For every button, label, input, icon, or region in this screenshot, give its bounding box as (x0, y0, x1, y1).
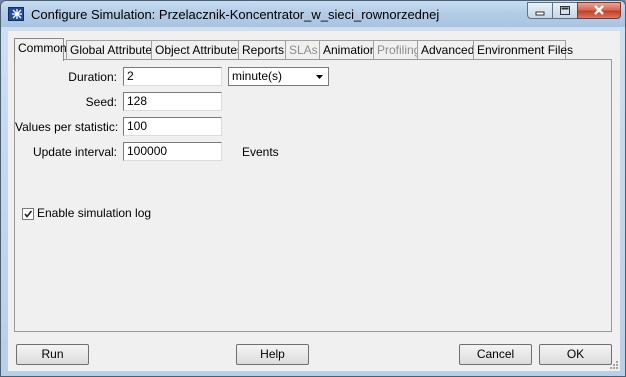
dialog-client: Common Global Attributes Object Attribut… (8, 31, 620, 371)
dialog-window: Configure Simulation: Przelacznik-Koncen… (0, 0, 626, 377)
values-per-statistic-label: Values per statistic: (15, 120, 119, 134)
ok-button-label: K (576, 347, 585, 361)
enable-simulation-log-checkbox[interactable] (22, 208, 34, 220)
tab-global-attributes[interactable]: Global Attributes (66, 40, 158, 60)
title-bar[interactable]: Configure Simulation: Przelacznik-Koncen… (1, 1, 625, 27)
help-button-label: elp (268, 347, 285, 361)
tab-common[interactable]: Common (14, 38, 67, 61)
duration-label: Duration: (68, 70, 117, 84)
help-button[interactable]: Help (236, 344, 309, 365)
update-interval-label: Update interval: (32, 145, 117, 159)
simulation-app-icon[interactable] (8, 7, 24, 21)
checkmark-icon (24, 210, 33, 218)
tab-environment-files[interactable]: Environment Files (473, 40, 573, 60)
tab-animation[interactable]: Animation (319, 40, 376, 60)
values-per-statistic-input[interactable]: 100 (123, 117, 222, 136)
tab-object-attributes[interactable]: Object Attributes (151, 40, 243, 60)
maximize-button[interactable] (552, 2, 578, 19)
update-interval-input[interactable]: 100000 (123, 142, 222, 161)
ok-button[interactable]: OK (539, 344, 612, 365)
duration-input[interactable]: 2 (123, 67, 222, 86)
tab-slas: SLAs (285, 40, 320, 60)
duration-unit-select[interactable]: minute(s) (228, 67, 329, 86)
chevron-down-icon[interactable] (312, 69, 327, 84)
duration-unit-value: minute(s) (232, 69, 283, 83)
run-button[interactable]: Run (16, 344, 89, 365)
seed-input[interactable]: 128 (123, 92, 222, 111)
window-title: Configure Simulation: Przelacznik-Koncen… (31, 7, 440, 22)
seed-label: Seed: (85, 95, 117, 109)
tab-reports[interactable]: Reports (238, 40, 286, 60)
resize-grip-icon[interactable] (607, 358, 619, 370)
help-button-mnemonic: H (260, 347, 269, 361)
close-button[interactable] (577, 2, 621, 19)
enable-simulation-log-label[interactable]: Enable simulation log (37, 206, 151, 220)
close-icon (594, 5, 604, 15)
minimize-button[interactable] (527, 2, 553, 19)
update-interval-unit: Events (242, 145, 279, 159)
run-button-mnemonic: R (41, 347, 51, 361)
ok-button-mnemonic: O (566, 347, 577, 361)
maximize-icon (560, 6, 570, 15)
cancel-button[interactable]: Cancel (459, 344, 532, 365)
tab-advanced[interactable]: Advanced (417, 40, 474, 60)
minimize-icon (535, 11, 545, 16)
tab-profiling: Profiling (373, 40, 420, 60)
run-button-label: un (50, 347, 64, 361)
common-tab-panel: Duration: 2 minute(s) Seed: 128 Values p… (14, 59, 612, 332)
cancel-button-label: ancel (485, 347, 515, 361)
tab-strip: Common Global Attributes Object Attribut… (14, 38, 614, 61)
